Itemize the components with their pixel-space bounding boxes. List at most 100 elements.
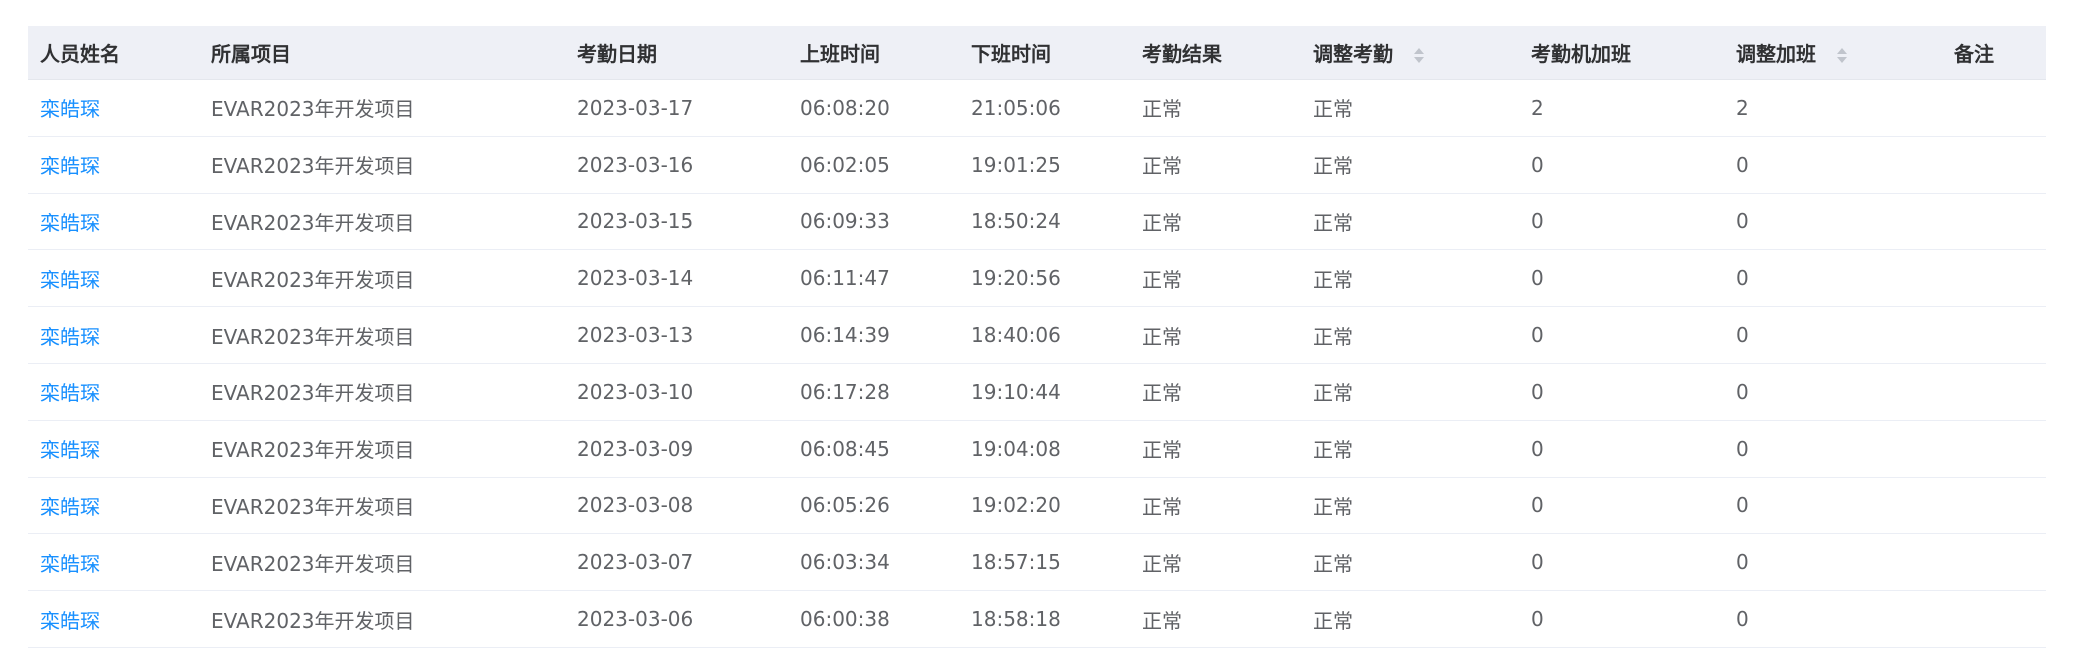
cell-attendance-date: 2023-03-17: [577, 95, 694, 120]
header-machine-overtime: 考勤机加班: [1531, 42, 1631, 66]
person-name-link[interactable]: 栾皓琛: [40, 438, 100, 462]
cell-machine-overtime: 0: [1531, 607, 1544, 632]
cell-person-name: 栾皓琛: [28, 605, 199, 634]
cell-machine-overtime: 0: [1531, 266, 1544, 291]
cell-person-name: 栾皓琛: [28, 321, 199, 350]
cell-attendance-result: 正常: [1142, 210, 1182, 235]
person-name-link[interactable]: 栾皓琛: [40, 381, 100, 405]
header-clock-in: 上班时间: [800, 42, 880, 66]
cell-attendance-result: 正常: [1142, 267, 1182, 292]
sort-caret-icon[interactable]: [1836, 46, 1847, 66]
cell-project: EVAR2023年开发项目: [211, 494, 415, 519]
cell-person-name: 栾皓琛: [28, 150, 199, 179]
person-name-link[interactable]: 栾皓琛: [40, 97, 100, 121]
cell-attendance-date: 2023-03-08: [577, 493, 694, 518]
header-remarks: 备注: [1954, 42, 1994, 66]
cell-attendance-date: 2023-03-06: [577, 607, 694, 632]
cell-attendance-date: 2023-03-16: [577, 152, 694, 177]
cell-adjusted-attendance: 正常: [1313, 154, 1353, 179]
cell-attendance-result: 正常: [1142, 154, 1182, 179]
cell-machine-overtime: 0: [1531, 550, 1544, 575]
person-name-link[interactable]: 栾皓琛: [40, 211, 100, 235]
cell-project: EVAR2023年开发项目: [211, 381, 415, 406]
header-attendance-result: 考勤结果: [1142, 42, 1222, 66]
cell-clock-out: 19:10:44: [971, 379, 1061, 404]
cell-project: EVAR2023年开发项目: [211, 438, 415, 463]
cell-adjusted-attendance: 正常: [1313, 324, 1353, 349]
table-body: 栾皓琛 EVAR2023年开发项目 2023-03-17 06:08:20 21:05:…: [28, 80, 2046, 648]
cell-attendance-date: 2023-03-09: [577, 436, 694, 461]
sort-caret-icon[interactable]: [1413, 46, 1424, 66]
table-row: 栾皓琛 EVAR2023年开发项目 2023-03-06 06:00:38 18:58:…: [28, 591, 2046, 648]
table-row: 栾皓琛 EVAR2023年开发项目 2023-03-10 06:17:28 19:10:…: [28, 364, 2046, 421]
table-row: 栾皓琛 EVAR2023年开发项目 2023-03-13 06:14:39 18:40:…: [28, 307, 2046, 364]
cell-clock-out: 19:20:56: [971, 266, 1061, 291]
cell-adjusted-attendance: 正常: [1313, 551, 1353, 576]
cell-adjusted-attendance: 正常: [1313, 97, 1353, 122]
person-name-link[interactable]: 栾皓琛: [40, 552, 100, 576]
cell-project: EVAR2023年开发项目: [211, 324, 415, 349]
cell-attendance-result: 正常: [1142, 551, 1182, 576]
cell-clock-out: 18:58:18: [971, 607, 1061, 632]
cell-adjusted-attendance: 正常: [1313, 267, 1353, 292]
cell-attendance-date: 2023-03-10: [577, 379, 694, 404]
cell-machine-overtime: 0: [1531, 323, 1544, 348]
cell-adjusted-overtime: 0: [1736, 436, 1749, 461]
cell-attendance-result: 正常: [1142, 494, 1182, 519]
cell-project: EVAR2023年开发项目: [211, 97, 415, 122]
header-project: 所属项目: [211, 42, 291, 66]
cell-adjusted-overtime: 0: [1736, 266, 1749, 291]
cell-person-name: 栾皓琛: [28, 548, 199, 577]
cell-clock-in: 06:09:33: [800, 209, 890, 234]
person-name-link[interactable]: 栾皓琛: [40, 268, 100, 292]
cell-person-name: 栾皓琛: [28, 264, 199, 293]
table-row: 栾皓琛 EVAR2023年开发项目 2023-03-14 06:11:47 19:20:…: [28, 250, 2046, 308]
cell-clock-in: 06:05:26: [800, 493, 890, 518]
person-name-link[interactable]: 栾皓琛: [40, 609, 100, 633]
person-name-link[interactable]: 栾皓琛: [40, 325, 100, 349]
cell-machine-overtime: 0: [1531, 152, 1544, 177]
cell-adjusted-attendance: 正常: [1313, 210, 1353, 235]
cell-project: EVAR2023年开发项目: [211, 551, 415, 576]
cell-clock-in: 06:02:05: [800, 152, 890, 177]
cell-attendance-date: 2023-03-14: [577, 266, 694, 291]
cell-attendance-date: 2023-03-07: [577, 550, 694, 575]
cell-clock-out: 18:57:15: [971, 550, 1061, 575]
cell-machine-overtime: 0: [1531, 436, 1544, 461]
header-adjusted-overtime-label: 调整加班: [1736, 42, 1816, 66]
cell-attendance-date: 2023-03-13: [577, 323, 694, 348]
person-name-link[interactable]: 栾皓琛: [40, 154, 100, 178]
cell-clock-in: 06:03:34: [800, 550, 890, 575]
table-row: 栾皓琛 EVAR2023年开发项目 2023-03-08 06:05:26 19:02:…: [28, 478, 2046, 535]
cell-clock-in: 06:14:39: [800, 323, 890, 348]
header-adjusted-attendance-label: 调整考勤: [1313, 42, 1393, 66]
cell-clock-out: 19:04:08: [971, 436, 1061, 461]
table-row: 栾皓琛 EVAR2023年开发项目 2023-03-17 06:08:20 21:05:…: [28, 80, 2046, 137]
cell-person-name: 栾皓琛: [28, 207, 199, 236]
cell-clock-in: 06:08:20: [800, 95, 890, 120]
cell-machine-overtime: 0: [1531, 209, 1544, 234]
cell-person-name: 栾皓琛: [28, 377, 199, 406]
cell-clock-out: 19:01:25: [971, 152, 1061, 177]
cell-person-name: 栾皓琛: [28, 491, 199, 520]
cell-clock-in: 06:08:45: [800, 436, 890, 461]
cell-attendance-result: 正常: [1142, 608, 1182, 633]
cell-adjusted-overtime: 0: [1736, 152, 1749, 177]
header-person-name: 人员姓名: [40, 42, 120, 66]
header-clock-out: 下班时间: [971, 42, 1051, 66]
cell-adjusted-overtime: 0: [1736, 550, 1749, 575]
table-header-row: 人员姓名 所属项目 考勤日期 上班时间 下班时间 考勤结果 调整考勤 考勤机加班…: [28, 26, 2046, 80]
cell-person-name: 栾皓琛: [28, 93, 199, 122]
header-adjusted-attendance[interactable]: 调整考勤: [1301, 38, 1519, 67]
person-name-link[interactable]: 栾皓琛: [40, 495, 100, 519]
header-attendance-date: 考勤日期: [577, 42, 657, 66]
cell-attendance-result: 正常: [1142, 438, 1182, 463]
cell-adjusted-attendance: 正常: [1313, 438, 1353, 463]
cell-clock-in: 06:11:47: [800, 266, 890, 291]
header-adjusted-overtime[interactable]: 调整加班: [1724, 38, 1942, 67]
cell-attendance-result: 正常: [1142, 97, 1182, 122]
cell-clock-out: 18:50:24: [971, 209, 1061, 234]
cell-attendance-result: 正常: [1142, 324, 1182, 349]
cell-project: EVAR2023年开发项目: [211, 267, 415, 292]
cell-adjusted-overtime: 2: [1736, 95, 1749, 120]
